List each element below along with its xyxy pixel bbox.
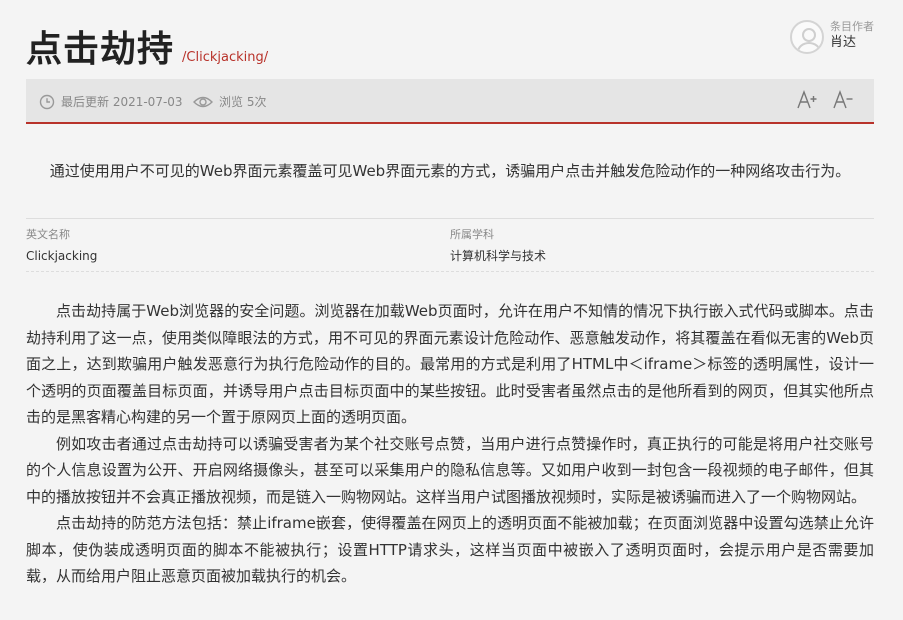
last-updated-text: 最后更新 2021-07-03 [61,95,183,109]
info-value: Clickjacking [26,249,98,263]
article-toolbar: 最后更新 2021-07-03 浏览 5次 [26,79,874,124]
info-label: 英文名称 [26,228,70,241]
content-paragraph: 点击劫持的防范方法包括：禁止iframe嵌套，使得覆盖在网页上的透明页面不能被加… [26,514,874,585]
author-block[interactable]: 条目作者 肖达 [790,20,874,54]
page-subtitle: /Clickjacking/ [182,50,269,65]
info-label: 所属学科 [450,228,494,241]
info-english-name: 英文名称 Clickjacking [26,227,97,266]
clock-icon [39,94,55,109]
page-title: 点击劫持 [26,29,175,70]
avatar[interactable] [790,20,824,54]
article-abstract: 通过使用用户不可见的Web界面元素覆盖可见Web界面元素的方式，诱骗用户点击并触… [49,162,851,180]
info-discipline: 所属学科 计算机科学与技术 [450,227,546,266]
author-label: 条目作者 [830,20,874,33]
view-count-text: 浏览 5次 [219,95,267,109]
content-paragraph: 点击劫持属于Web浏览器的安全问题。浏览器在加载Web页面时，允许在用户不知情的… [26,302,874,426]
info-table: 英文名称 Clickjacking 所属学科 计算机科学与技术 [26,218,874,272]
view-count: 浏览 5次 [193,93,266,110]
last-updated: 最后更新 2021-07-03 [39,93,183,110]
font-decrease-icon [833,90,853,109]
font-increase-icon [797,90,817,109]
title-row: 点击劫持 /Clickjacking/ [26,20,268,72]
info-value[interactable]: 计算机科学与技术 [450,246,546,266]
font-increase-button[interactable] [796,89,818,115]
article-content: 点击劫持属于Web浏览器的安全问题。浏览器在加载Web页面时，允许在用户不知情的… [26,298,874,590]
author-name[interactable]: 肖达 [830,34,874,52]
font-decrease-button[interactable] [832,89,854,115]
avatar-head [802,28,816,42]
avatar-body [797,42,821,52]
author-info: 条目作者 肖达 [830,20,874,52]
eye-icon [193,96,213,107]
content-paragraph: 例如攻击者通过点击劫持可以诱骗受害者为某个社交账号点赞，当用户进行点赞操作时，真… [26,434,874,506]
